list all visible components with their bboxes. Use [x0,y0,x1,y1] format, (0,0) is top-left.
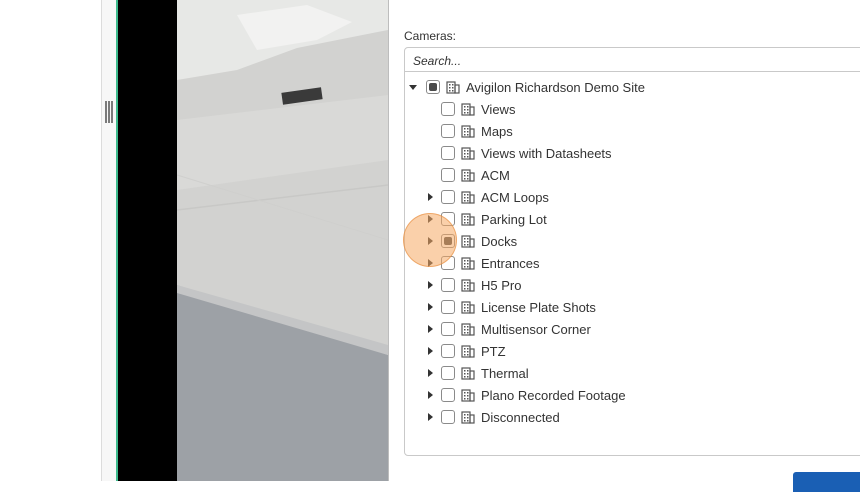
tree-item-row[interactable]: Multisensor Corner [425,318,591,340]
tree-item-label: License Plate Shots [481,299,596,315]
building-icon [461,388,475,402]
tree-item-label: ACM [481,167,510,183]
tree-item-row[interactable]: Disconnected [425,406,560,428]
building-icon [461,146,475,160]
tree-item-row[interactable]: ACM Loops [425,186,549,208]
expand-arrow-icon[interactable] [425,362,435,384]
tree-item-label: Docks [481,233,518,249]
tree-item-row[interactable]: ACM [425,164,510,186]
tree-item-label: Parking Lot [481,211,547,227]
tree-item-label: Disconnected [481,409,560,425]
building-icon [446,80,460,94]
building-icon [461,300,475,314]
tree-item-row[interactable]: H5 Pro [425,274,521,296]
expand-arrow-icon[interactable] [425,384,435,406]
tree-item-checkbox[interactable] [441,124,455,138]
tree-item-label: Entrances [481,255,540,271]
tree-item-label: Views [481,101,516,117]
tree-root-row[interactable]: Avigilon Richardson Demo Site [408,76,645,98]
tree-item-row[interactable]: Views with Datasheets [425,142,612,164]
tree-item-row[interactable]: Maps [425,120,513,142]
tree-item-checkbox[interactable] [441,190,455,204]
camera-search-input[interactable] [405,50,860,72]
building-icon [461,322,475,336]
expand-arrow-icon[interactable] [425,406,435,428]
tree-item-checkbox[interactable] [441,388,455,402]
tree-item-row[interactable]: Plano Recorded Footage [425,384,626,406]
building-icon [461,212,475,226]
building-icon [461,124,475,138]
tree-item-checkbox[interactable] [441,366,455,380]
tree-item-checkbox[interactable] [441,102,455,116]
expand-arrow-icon[interactable] [425,274,435,296]
building-icon [461,366,475,380]
expand-arrow-icon[interactable] [425,296,435,318]
building-icon [461,410,475,424]
building-icon [461,234,475,248]
building-icon [461,344,475,358]
video-frame-image [177,0,388,481]
tree-item-row[interactable]: Thermal [425,362,529,384]
tree-item-row[interactable]: PTZ [425,340,506,362]
tree-item-label: Multisensor Corner [481,321,591,337]
tree-item-row[interactable]: Views [425,98,515,120]
tree-item-checkbox[interactable] [441,300,455,314]
building-icon [461,278,475,292]
tree-item-checkbox[interactable] [441,322,455,336]
left-pane [0,0,101,481]
tree-item-label: Views with Datasheets [481,145,612,161]
building-icon [461,190,475,204]
building-icon [461,256,475,270]
collapse-arrow-icon[interactable] [408,76,418,98]
tree-item-label: H5 Pro [481,277,522,293]
tree-item-label: PTZ [481,343,506,359]
expand-arrow-icon[interactable] [425,186,435,208]
building-icon [461,168,475,182]
primary-action-button[interactable] [793,472,860,492]
tree-item-label: Maps [481,123,513,139]
splitter-grip-icon[interactable] [105,101,113,123]
expand-arrow-icon[interactable] [425,318,435,340]
camera-video-feed[interactable] [177,0,388,481]
video-divider [388,0,389,481]
tree-item-checkbox[interactable] [441,410,455,424]
cameras-label: Cameras: [404,29,457,43]
building-icon [461,102,475,116]
tree-root-label: Avigilon Richardson Demo Site [466,79,645,95]
tree-item-label: Plano Recorded Footage [481,387,626,403]
tree-item-label: ACM Loops [481,189,549,205]
tree-item-checkbox[interactable] [441,278,455,292]
tree-item-checkbox[interactable] [441,146,455,160]
tree-item-checkbox[interactable] [441,168,455,182]
tree-item-checkbox[interactable] [441,344,455,358]
expand-arrow-icon[interactable] [425,340,435,362]
video-letterbox [118,0,177,481]
tree-item-label: Thermal [481,365,529,381]
root-checkbox[interactable] [426,80,440,94]
tree-item-row[interactable]: License Plate Shots [425,296,596,318]
click-highlight [403,213,457,267]
